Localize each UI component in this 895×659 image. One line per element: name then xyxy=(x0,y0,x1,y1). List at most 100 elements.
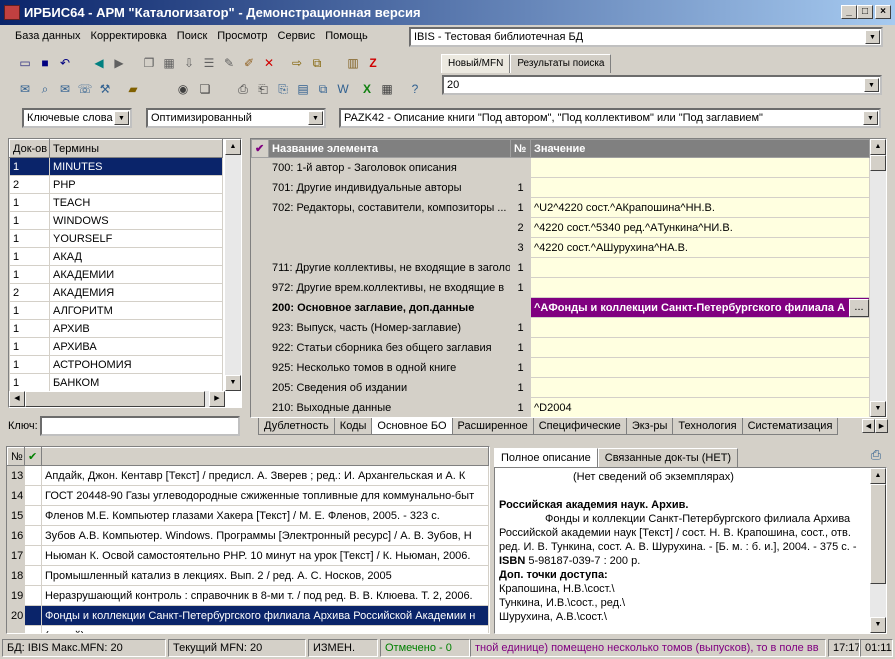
worksheet-tab[interactable]: Расширенное xyxy=(451,418,534,435)
header-terms[interactable]: Термины xyxy=(49,139,223,158)
pen-icon[interactable]: ✐ xyxy=(240,54,258,72)
worksheet-tab[interactable]: Систематизация xyxy=(741,418,839,435)
search-method-select[interactable]: Оптимизированный ▼ xyxy=(146,108,326,128)
menu-item[interactable]: Сервис xyxy=(273,25,321,47)
mfn-tab[interactable]: Результаты поиска xyxy=(510,54,612,73)
chevron-down-icon[interactable]: ▼ xyxy=(864,78,879,92)
result-check[interactable] xyxy=(24,545,42,566)
worksheet-row[interactable]: 972: Другие врем.коллективы, не входящие… xyxy=(251,277,870,298)
worksheet-row[interactable]: 700: 1-й автор - Заголовок описания xyxy=(251,157,870,178)
menu-item[interactable]: Корректировка xyxy=(86,25,172,47)
menu-item[interactable]: База данных xyxy=(10,25,86,47)
menu-item[interactable]: Поиск xyxy=(172,25,212,47)
result-row[interactable]: 18 Промышленный катализ в лекциях. Вып. 2… xyxy=(7,565,489,586)
tools-icon[interactable]: ⚒ xyxy=(96,80,114,98)
worksheet-row[interactable]: 2 ^4220 сост.^5340 ред.^AТункина^HИ.В. xyxy=(251,217,870,238)
app-icon[interactable] xyxy=(4,5,20,20)
worksheet-tab[interactable]: Дублетность xyxy=(258,418,335,435)
description-tab[interactable]: Полное описание xyxy=(494,448,598,467)
worksheet-row[interactable]: 205: Сведения об издании 1 xyxy=(251,377,870,398)
close-button[interactable]: × xyxy=(875,5,891,19)
terms-row[interactable]: 1 АРХИВ xyxy=(9,319,223,338)
print-list-icon[interactable]: ⎗ xyxy=(254,80,272,98)
book-icon[interactable]: ▥ xyxy=(344,54,362,72)
element-value[interactable] xyxy=(530,177,870,198)
list-icon[interactable]: ☰ xyxy=(200,54,218,72)
view-icon[interactable]: ◉ xyxy=(174,80,192,98)
result-check[interactable] xyxy=(24,605,42,626)
scroll-thumb[interactable] xyxy=(25,391,205,407)
new-document-icon[interactable]: ▭ xyxy=(16,54,34,72)
undo-icon[interactable]: ↶ xyxy=(56,54,74,72)
header-element-name[interactable]: Название элемента xyxy=(268,139,511,158)
copy-record-icon[interactable]: ❐ xyxy=(140,54,158,72)
terms-hscrollbar[interactable]: ◀ ▶ xyxy=(9,391,225,407)
element-value[interactable]: ^AФонды и коллекции Санкт-Петербургского… xyxy=(530,297,870,318)
doc-pages-icon[interactable]: ⧉ xyxy=(308,54,326,72)
element-value[interactable]: ^D2004 xyxy=(530,397,870,417)
worksheet-tab[interactable]: Экз-ры xyxy=(625,418,674,435)
result-row[interactable]: 17 Ньюман К. Освой самостоятельно PHP. 10… xyxy=(7,545,489,566)
worksheet-row[interactable]: 925: Несколько томов в одной книге 1 xyxy=(251,357,870,378)
scroll-up-icon[interactable]: ▲ xyxy=(870,139,886,155)
report-icon[interactable]: ▤ xyxy=(294,80,312,98)
element-value[interactable]: ^4220 сост.^AШурухина^HА.В. xyxy=(530,237,870,258)
worksheet-row[interactable]: 3 ^4220 сост.^AШурухина^HА.В. xyxy=(251,237,870,258)
scroll-down-icon[interactable]: ▼ xyxy=(870,401,886,417)
mfn-input[interactable]: 20 ▼ xyxy=(442,75,882,95)
mfn-tab[interactable]: Новый/MFN xyxy=(441,54,511,73)
worksheet-vscrollbar[interactable]: ▲ ▼ xyxy=(870,139,886,417)
result-row[interactable]: 15 Фленов М.Е. Компьютер глазами Хакера [… xyxy=(7,505,489,526)
element-value[interactable] xyxy=(530,157,870,178)
result-row[interactable]: 13 Апдайк, Джон. Кентавр [Текст] / предис… xyxy=(7,465,489,486)
result-check[interactable] xyxy=(24,505,42,526)
worksheet-tab[interactable]: Технология xyxy=(672,418,743,435)
terms-row[interactable]: 1 АСТРОНОМИЯ xyxy=(9,355,223,374)
worksheet-row[interactable]: 200: Основное заглавие, доп.данные ^AФонд… xyxy=(251,297,870,318)
comment-icon[interactable]: ✉ xyxy=(16,80,34,98)
result-check[interactable] xyxy=(24,485,42,506)
terms-row[interactable]: 1 YOURSELF xyxy=(9,229,223,248)
doc-arrow-icon[interactable]: ⇨ xyxy=(288,54,306,72)
maximize-button[interactable]: □ xyxy=(857,5,873,19)
result-check[interactable] xyxy=(24,525,42,546)
header-description[interactable] xyxy=(41,447,489,466)
worksheet-tab[interactable]: Коды xyxy=(333,418,373,435)
mail-icon[interactable]: ✉ xyxy=(56,80,74,98)
worksheet-row[interactable]: 702: Редакторы, составители, композиторы… xyxy=(251,197,870,218)
scroll-left-icon[interactable]: ◀ xyxy=(9,391,25,407)
result-row[interactable]: 19 Неразрушающий контроль : справочник в … xyxy=(7,585,489,606)
tabs-scroll-left-icon[interactable]: ◀ xyxy=(862,419,875,433)
worksheet-row[interactable]: 711: Другие коллективы, не входящие в за… xyxy=(251,257,870,278)
database-select[interactable]: IBIS - Тестовая библиотечная БД ▼ xyxy=(409,27,883,47)
result-check[interactable] xyxy=(24,585,42,606)
terms-row[interactable]: 1 MINUTES xyxy=(9,157,223,176)
import-icon[interactable]: ⇩ xyxy=(180,54,198,72)
search-doc-icon[interactable]: ⌕ xyxy=(36,80,54,98)
result-row[interactable]: 20 Фонды и коллекции Санкт-Петербургского… xyxy=(7,605,489,626)
edit-icon[interactable]: ✎ xyxy=(220,54,238,72)
element-value[interactable]: ^4220 сост.^5340 ред.^AТункина^HИ.В. xyxy=(530,217,870,238)
element-value[interactable] xyxy=(530,277,870,298)
word-icon[interactable]: W xyxy=(334,80,352,98)
description-vscrollbar[interactable]: ▲ ▼ xyxy=(870,468,886,633)
worksheet-select[interactable]: PAZK42 - Описание книги "Под автором", "… xyxy=(339,108,881,128)
scroll-thumb[interactable] xyxy=(870,484,886,584)
printer-icon[interactable]: ⎙ xyxy=(866,447,886,465)
chevron-down-icon[interactable]: ▼ xyxy=(863,111,878,125)
ellipsis-button[interactable]: ... xyxy=(849,299,869,317)
scroll-thumb[interactable] xyxy=(870,155,886,171)
minimize-button[interactable]: _ xyxy=(841,5,857,19)
result-row[interactable]: 14 ГОСТ 20448-90 Газы углеводородные сжиж… xyxy=(7,485,489,506)
menu-item[interactable]: Помощь xyxy=(320,25,373,47)
folder-icon[interactable]: ▰ xyxy=(124,80,142,98)
chevron-down-icon[interactable]: ▼ xyxy=(114,111,129,125)
check-icon[interactable]: ✔ xyxy=(251,139,269,158)
key-input[interactable] xyxy=(40,416,240,436)
terms-row[interactable]: 1 АЛГОРИТМ xyxy=(9,301,223,320)
terms-row[interactable]: 2 PHP xyxy=(9,175,223,194)
help-book-icon[interactable]: ? xyxy=(406,80,424,98)
excel-icon[interactable]: X xyxy=(358,80,376,98)
terms-row[interactable]: 2 АКАДЕМИЯ xyxy=(9,283,223,302)
print-icon[interactable]: ⎙ xyxy=(234,80,252,98)
